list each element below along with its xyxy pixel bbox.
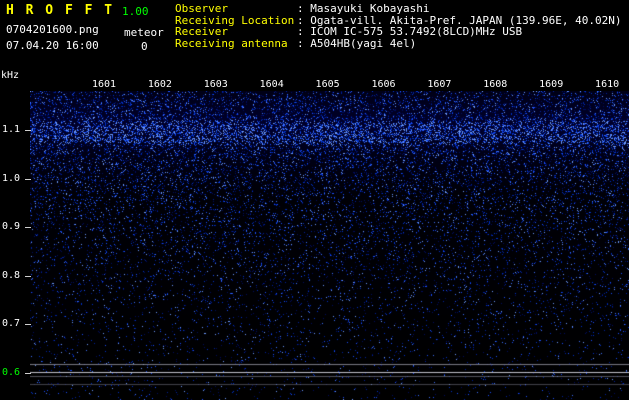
info-row: Receiving antenna: A504HB(yagi 4el): [175, 38, 622, 50]
info-label: Receiver: [175, 26, 297, 38]
hrofft-window: H R O F F T 1.00 0704201600.png meteor 0…: [0, 0, 629, 400]
time-tick-label: 1609: [538, 79, 564, 90]
info-value: : A504HB(yagi 4el): [297, 37, 416, 50]
time-tick-label: 1603: [203, 79, 229, 90]
frequency-tick-label: 1.0: [2, 173, 20, 184]
frequency-tick-label: 1.1: [2, 124, 20, 135]
time-tick-label: 1608: [482, 79, 508, 90]
time-tick-label: 1610: [594, 79, 620, 90]
app-title: H R O F F T: [6, 3, 114, 18]
frequency-tick-mark: [25, 373, 31, 374]
meteor-echo-count: 0: [141, 40, 148, 53]
spectrogram-canvas: [30, 91, 629, 400]
app-version: 1.00: [122, 5, 149, 18]
datetime-label: 07.04.20 16:00: [6, 39, 99, 52]
frequency-tick-mark: [25, 324, 31, 325]
frequency-tick-label: 0.6: [2, 367, 20, 378]
station-info-block: Observer: Masayuki Kobayashi Receiving Lo…: [175, 3, 622, 49]
time-tick-label: 1607: [426, 79, 452, 90]
frequency-tick-mark: [25, 276, 31, 277]
time-tick-label: 1604: [259, 79, 285, 90]
y-axis-unit: kHz: [1, 70, 19, 81]
frequency-tick-label: 0.8: [2, 270, 20, 281]
frequency-tick-mark: [25, 130, 31, 131]
output-filename: 0704201600.png: [6, 23, 99, 36]
time-tick-label: 1606: [371, 79, 397, 90]
frequency-tick-label: 0.9: [2, 221, 20, 232]
mode-label: meteor: [124, 26, 164, 39]
time-tick-label: 1605: [315, 79, 341, 90]
frequency-tick-label: 0.7: [2, 318, 20, 329]
info-label: Observer: [175, 3, 297, 15]
frequency-tick-mark: [25, 179, 31, 180]
time-tick-label: 1602: [147, 79, 173, 90]
frequency-tick-mark: [25, 227, 31, 228]
time-tick-label: 1601: [91, 79, 117, 90]
info-label: Receiving antenna: [175, 38, 297, 50]
